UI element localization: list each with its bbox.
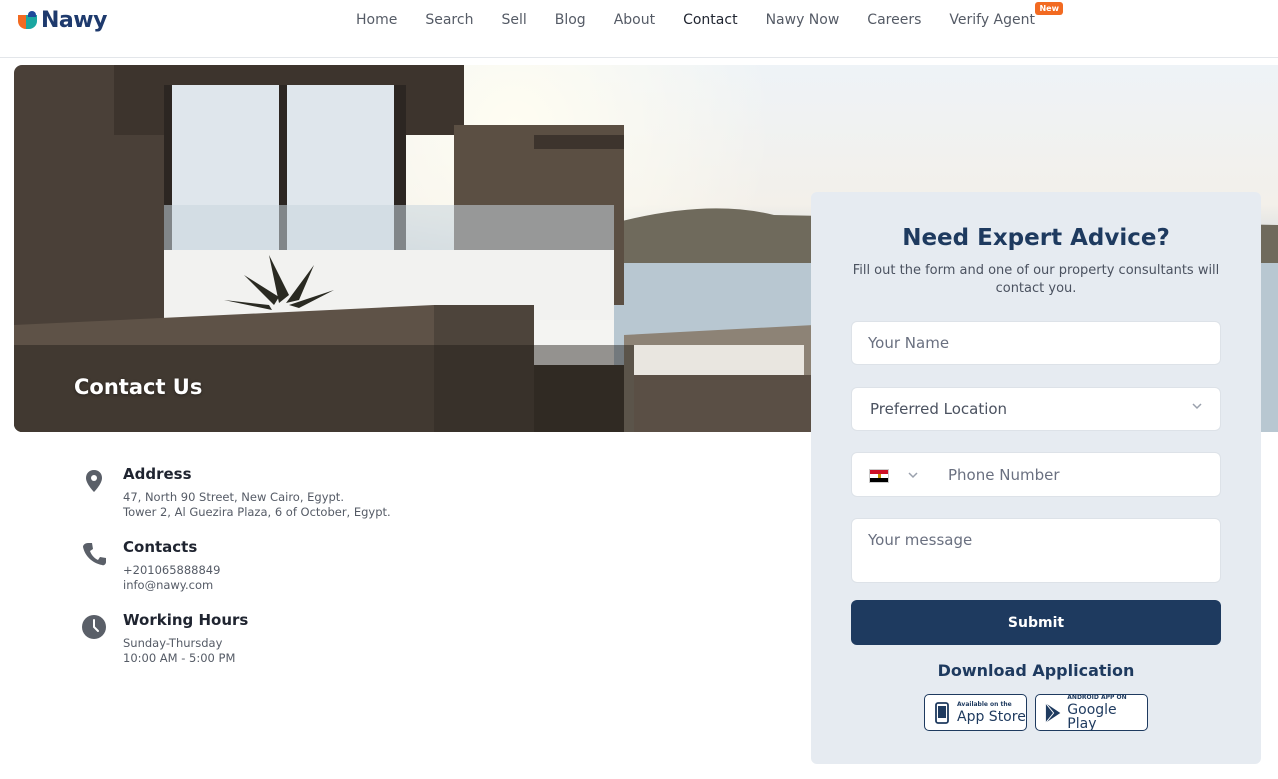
nav-home[interactable]: Home (356, 12, 397, 28)
contact-info: Address 47, North 90 Street, New Cairo, … (80, 465, 391, 684)
google-play-button[interactable]: ANDROID APP ON Google Play (1035, 694, 1148, 731)
nav-contact[interactable]: Contact (683, 12, 737, 28)
app-store-big: App Store (957, 708, 1026, 725)
form-title: Need Expert Advice? (902, 225, 1170, 251)
logo-text: Nawy (41, 8, 107, 33)
app-store-button[interactable]: Available on the App Store (924, 694, 1027, 731)
google-play-icon (1045, 702, 1061, 723)
nav-about[interactable]: About (614, 12, 655, 28)
address-block: Address 47, North 90 Street, New Cairo, … (80, 465, 391, 538)
nav-search[interactable]: Search (425, 12, 473, 28)
nav-verify-agent-label: Verify Agent (949, 12, 1035, 28)
hours-time: 10:00 AM - 5:00 PM (123, 651, 236, 665)
country-chevron-down-icon[interactable] (906, 468, 920, 482)
new-badge: New (1035, 2, 1063, 15)
location-select[interactable]: Preferred Location (851, 387, 1221, 431)
hours-days: Sunday-Thursday (123, 636, 223, 650)
contacts-title: Contacts (123, 538, 198, 556)
hours-title: Working Hours (123, 611, 249, 629)
phone-icon (83, 543, 106, 566)
address-line: Tower 2, Al Guezira Plaza, 6 of October,… (123, 505, 391, 519)
phone-input[interactable]: Phone Number (948, 466, 1060, 484)
message-textarea[interactable]: Your message (851, 518, 1221, 583)
nav-blog[interactable]: Blog (555, 12, 586, 28)
page-title: Contact Us (74, 375, 203, 399)
chevron-down-icon (1192, 403, 1202, 410)
phone-number[interactable]: +201065888849 (123, 563, 391, 578)
nav-verify-agent[interactable]: Verify Agent New (949, 2, 1063, 28)
address-title: Address (123, 465, 192, 483)
download-title: Download Application (937, 661, 1135, 680)
nav-nawy-now[interactable]: Nawy Now (766, 12, 840, 28)
submit-button[interactable]: Submit (851, 600, 1221, 645)
location-placeholder: Preferred Location (870, 400, 1008, 418)
name-input[interactable]: Your Name (851, 321, 1221, 365)
address-line: 47, North 90 Street, New Cairo, Egypt. (123, 490, 344, 504)
phone-field[interactable]: Phone Number (851, 452, 1221, 497)
app-store-small: Available on the (957, 700, 1012, 708)
google-play-small: ANDROID APP ON (1067, 693, 1127, 701)
form-subtitle: Fill out the form and one of our propert… (852, 263, 1220, 296)
site-header: Nawy Home Search Sell Blog About Contact… (0, 0, 1278, 58)
contacts-block: Contacts +201065888849 info@nawy.com (80, 538, 391, 611)
nav-sell[interactable]: Sell (501, 12, 526, 28)
nav-careers[interactable]: Careers (867, 12, 921, 28)
egypt-flag-icon[interactable] (869, 469, 889, 483)
advice-form-card: Need Expert Advice? Fill out the form an… (811, 192, 1261, 764)
main-nav: Home Search Sell Blog About Contact Nawy… (356, 2, 1063, 28)
hours-block: Working Hours Sunday-Thursday 10:00 AM -… (80, 611, 391, 684)
nawy-logo[interactable]: Nawy (18, 8, 107, 33)
clock-icon (82, 615, 106, 639)
email-address[interactable]: info@nawy.com (123, 578, 391, 593)
phone-device-icon (935, 701, 949, 724)
nawy-logo-mark-icon (18, 10, 38, 31)
location-pin-icon (86, 470, 102, 492)
google-play-big: Google Play (1067, 701, 1117, 732)
